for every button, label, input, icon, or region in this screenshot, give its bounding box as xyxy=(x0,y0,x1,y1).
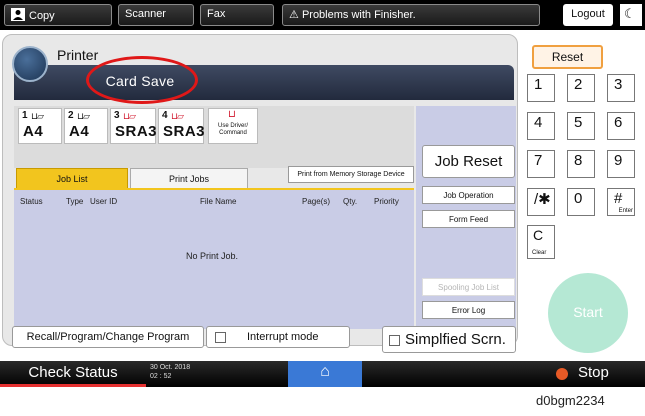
start-button[interactable]: Start xyxy=(548,273,628,353)
copy-button[interactable]: Copy xyxy=(4,4,112,26)
key-1[interactable]: 1 xyxy=(527,74,555,102)
date-label: 30 Oct. 2018 xyxy=(150,364,191,371)
check-status-button[interactable]: Check Status xyxy=(0,361,146,387)
date-time: 30 Oct. 2018 02 : 52 xyxy=(150,363,190,381)
key-enter-label: Enter xyxy=(618,208,633,214)
tray-size: A4 xyxy=(23,123,44,140)
key-3[interactable]: 3 xyxy=(607,74,635,102)
job-operation-button[interactable]: Job Operation xyxy=(422,186,515,204)
user-icon xyxy=(11,8,25,21)
column-header-qty: Qty. xyxy=(343,197,358,206)
simplified-screen-button[interactable]: Simplfied Scrn. xyxy=(382,326,516,353)
problems-label: Problems with Finisher. xyxy=(301,9,416,21)
fax-label: Fax xyxy=(207,8,226,20)
tray-1[interactable]: 1 ⊔▱ A4 xyxy=(18,108,62,144)
tray-2[interactable]: 2 ⊔▱ A4 xyxy=(64,108,108,144)
key-7[interactable]: 7 xyxy=(527,150,555,178)
stop-button[interactable]: Stop xyxy=(578,361,609,381)
key-clear-label: Clear xyxy=(532,250,547,256)
key-5[interactable]: 5 xyxy=(567,112,595,140)
home-button[interactable]: ⌂ xyxy=(288,361,362,387)
paper-tray-icon: ⊔▱ xyxy=(77,111,90,121)
column-header-user-id: User ID xyxy=(90,197,118,206)
key-2[interactable]: 2 xyxy=(567,74,595,102)
fax-button[interactable]: Fax xyxy=(200,4,274,26)
tray-size: A4 xyxy=(69,123,90,140)
stop-icon xyxy=(556,368,568,380)
tab-job-list[interactable]: Job List xyxy=(16,168,128,188)
column-header-file-name: File Name xyxy=(200,197,237,206)
tray-warning-icon: ⊔ xyxy=(228,109,236,120)
tray-size: SRA3 xyxy=(163,123,206,140)
problems-button[interactable]: ⚠ Problems with Finisher. xyxy=(282,4,540,26)
key-8[interactable]: 8 xyxy=(567,150,595,178)
tray-size: SRA3 xyxy=(115,123,158,140)
interrupt-checkbox[interactable] xyxy=(215,332,226,343)
key-9[interactable]: 9 xyxy=(607,150,635,178)
key-4[interactable]: 4 xyxy=(527,112,555,140)
paper-tray-icon: ⊔▱ xyxy=(123,111,136,121)
tray-number: 3 xyxy=(114,110,120,121)
key-6[interactable]: 6 xyxy=(607,112,635,140)
column-header-pages: Page(s) xyxy=(302,197,331,206)
column-header-priority: Priority xyxy=(374,197,399,206)
highlight-oval xyxy=(86,56,198,104)
tray-number: 4 xyxy=(162,110,168,121)
tray-3[interactable]: 3 ⊔▱ SRA3 xyxy=(110,108,158,144)
use-driver-label: Use Driver/ Command xyxy=(217,123,248,136)
interrupt-mode-button[interactable]: Interrupt mode xyxy=(206,326,350,348)
key-0[interactable]: 0 xyxy=(567,188,595,216)
paper-tray-icon: ⊔▱ xyxy=(31,111,44,121)
key-clear[interactable]: C Clear xyxy=(527,225,555,259)
key-clear-letter: C xyxy=(533,227,544,243)
tray-number: 2 xyxy=(68,110,74,121)
scanner-label: Scanner xyxy=(125,8,166,20)
no-print-job-message: No Print Job. xyxy=(186,251,239,261)
recall-program-button[interactable]: Recall/Program/Change Program xyxy=(12,326,204,348)
simplified-label: Simplfied Scrn. xyxy=(405,331,506,348)
paper-tray-icon: ⊔▱ xyxy=(171,111,184,121)
column-header-status: Status xyxy=(20,197,43,206)
form-feed-button[interactable]: Form Feed xyxy=(422,210,515,228)
time-label: 02 : 52 xyxy=(150,373,172,380)
key-hash-label: # xyxy=(614,190,623,207)
reset-button[interactable]: Reset xyxy=(532,45,603,69)
figure-caption: d0bgm2234 xyxy=(536,393,605,408)
tab-print-jobs[interactable]: Print Jobs xyxy=(130,168,248,188)
printer-app-icon xyxy=(12,46,48,82)
key-enter[interactable]: # Enter xyxy=(607,188,635,216)
app-title: Printer xyxy=(57,47,99,63)
simplified-checkbox[interactable] xyxy=(389,335,400,346)
copy-label: Copy xyxy=(29,10,55,22)
tray-4[interactable]: 4 ⊔▱ SRA3 xyxy=(158,108,206,144)
scanner-button[interactable]: Scanner xyxy=(118,4,194,26)
home-icon: ⌂ xyxy=(320,363,330,380)
use-driver-command-button[interactable]: ⊔ Use Driver/ Command xyxy=(208,108,258,144)
print-from-memory-button[interactable]: Print from Memory Storage Device xyxy=(288,166,414,183)
job-reset-button[interactable]: Job Reset xyxy=(422,145,515,178)
logout-button[interactable]: Logout xyxy=(563,4,613,26)
tray-number: 1 xyxy=(22,110,28,121)
key-star[interactable]: /✱ xyxy=(527,188,555,216)
energy-saver-icon[interactable]: ☾ xyxy=(620,4,642,26)
error-log-button[interactable]: Error Log xyxy=(422,301,515,319)
spooling-job-list-button[interactable]: Spooling Job List xyxy=(422,278,515,296)
interrupt-label: Interrupt mode xyxy=(247,331,319,343)
warning-icon: ⚠ xyxy=(289,9,299,21)
column-header-type: Type xyxy=(66,197,84,206)
